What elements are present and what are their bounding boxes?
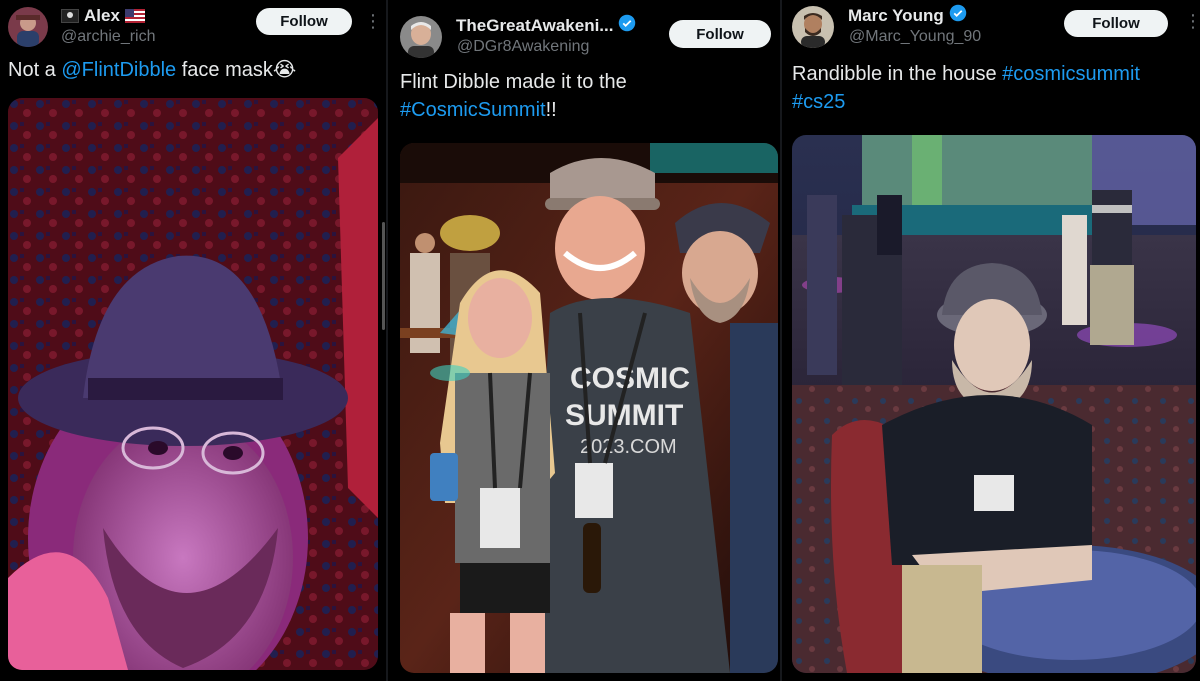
avatar[interactable] bbox=[400, 16, 442, 58]
post-column-1: Alex @archie_rich Follow ⋮ Not a @FlintD… bbox=[0, 0, 386, 681]
hashtag-link[interactable]: #CosmicSummit bbox=[400, 99, 546, 121]
hashtag-link[interactable]: #cs25 bbox=[792, 91, 845, 113]
seated-man-photo-image bbox=[792, 135, 1196, 673]
mention-link[interactable]: @FlintDibble bbox=[61, 59, 176, 81]
handle[interactable]: @DGr8Awakening bbox=[457, 38, 589, 56]
crying-emoji-icon: 😭 bbox=[272, 59, 297, 81]
display-name[interactable]: TheGreatAwakeni... bbox=[456, 14, 636, 37]
masked-man-photo-image bbox=[8, 98, 378, 670]
scrollbar[interactable] bbox=[382, 222, 385, 330]
pirate-flag-icon bbox=[61, 9, 79, 23]
avatar[interactable] bbox=[8, 7, 48, 47]
verified-badge-icon bbox=[949, 4, 967, 27]
verified-badge-icon bbox=[618, 14, 636, 37]
handle[interactable]: @archie_rich bbox=[61, 28, 156, 46]
more-options-icon[interactable]: ⋮ bbox=[1184, 12, 1200, 30]
post-photo[interactable] bbox=[8, 98, 378, 670]
follow-button[interactable]: Follow bbox=[256, 8, 352, 35]
display-name[interactable]: Marc Young bbox=[848, 4, 967, 27]
handle[interactable]: @Marc_Young_90 bbox=[849, 28, 981, 46]
hashtag-link[interactable]: #cosmicsummit bbox=[1002, 63, 1140, 85]
display-name[interactable]: Alex bbox=[61, 6, 145, 26]
post-photo[interactable]: COSMIC SUMMIT 2023.COM bbox=[400, 143, 778, 673]
avatar[interactable] bbox=[792, 6, 834, 48]
shirt-text-line-3: 2023.COM bbox=[580, 436, 677, 458]
tweet-text: Randibble in the house #cosmicsummit #cs… bbox=[792, 63, 1140, 113]
tweet-text: Not a @FlintDibble face mask😭 bbox=[8, 59, 297, 81]
post-photo[interactable] bbox=[792, 135, 1196, 673]
post-column-3: Marc Young @Marc_Young_90 Follow ⋮ Randi… bbox=[782, 0, 1200, 681]
us-flag-icon bbox=[124, 9, 145, 23]
follow-button[interactable]: Follow bbox=[669, 20, 771, 48]
follow-button[interactable]: Follow bbox=[1064, 10, 1168, 37]
tweet-text: Flint Dibble made it to the #CosmicSummi… bbox=[400, 71, 627, 121]
more-options-icon[interactable]: ⋮ bbox=[364, 12, 382, 30]
group-photo-image: COSMIC SUMMIT 2023.COM bbox=[400, 143, 778, 673]
shirt-text-line-2: SUMMIT bbox=[565, 399, 683, 432]
post-column-2: TheGreatAwakeni... @DGr8Awakening Follow… bbox=[388, 0, 780, 681]
